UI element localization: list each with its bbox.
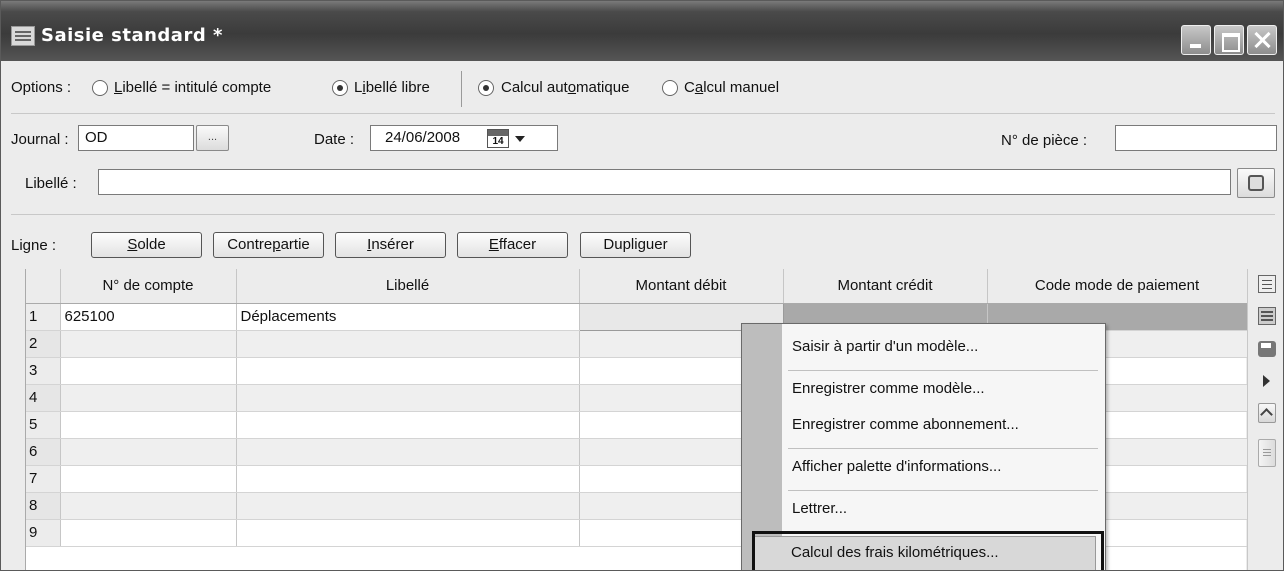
- cell-libelle[interactable]: [236, 357, 580, 385]
- row-number: 3: [26, 357, 61, 385]
- cell-libelle[interactable]: [236, 330, 580, 358]
- cell-libelle[interactable]: [236, 465, 580, 493]
- journal-label: Journal :: [11, 131, 69, 148]
- inserer-button[interactable]: Insérer: [335, 232, 446, 258]
- radio-calcul-automatique-label[interactable]: Calcul automatique: [501, 79, 629, 96]
- calendar-icon[interactable]: 14: [487, 129, 509, 148]
- options-divider: [461, 71, 462, 107]
- col-header-num: [26, 269, 61, 304]
- date-value: 24/06/2008: [385, 129, 461, 146]
- piece-label: N° de pièce :: [1001, 132, 1088, 149]
- play-icon[interactable]: [1263, 375, 1270, 387]
- side-toolbar: [1247, 269, 1283, 570]
- menu-item-enregistrer-modele[interactable]: Enregistrer comme modèle...: [792, 380, 985, 397]
- radio-libelle-libre-label[interactable]: Libellé libre: [354, 79, 430, 96]
- col-header-code-paiement[interactable]: Code mode de paiement: [987, 269, 1248, 304]
- col-header-libelle[interactable]: Libellé: [236, 269, 580, 304]
- date-field[interactable]: 24/06/2008: [370, 125, 558, 151]
- menu-separator: [788, 370, 1098, 371]
- menu-separator: [788, 448, 1098, 449]
- options-separator: [11, 113, 1275, 114]
- cell-compte[interactable]: [60, 384, 237, 412]
- scroll-thumb[interactable]: [1258, 439, 1276, 467]
- cell-libelle[interactable]: [236, 438, 580, 466]
- journal-field[interactable]: OD: [78, 125, 194, 151]
- chevron-down-icon[interactable]: [515, 136, 525, 142]
- libelle-label: Libellé :: [25, 175, 77, 192]
- effacer-button[interactable]: Effacer: [457, 232, 568, 258]
- radio-libelle-libre[interactable]: [332, 80, 348, 96]
- col-header-credit[interactable]: Montant crédit: [783, 269, 988, 304]
- cell-compte[interactable]: [60, 492, 237, 520]
- maximize-button[interactable]: [1214, 25, 1244, 55]
- menu-item-lettrer[interactable]: Lettrer...: [792, 500, 847, 517]
- menu-item-enregistrer-abonnement[interactable]: Enregistrer comme abonnement...: [792, 416, 1019, 433]
- ligne-label: Ligne :: [11, 237, 57, 254]
- calendar-day: 14: [492, 136, 504, 147]
- row-number: 9: [26, 519, 61, 547]
- row-number: 6: [26, 438, 61, 466]
- row-number: 8: [26, 492, 61, 520]
- radio-libelle-intitule-label[interactable]: Libellé = intitulé compte: [114, 79, 271, 96]
- date-label: Date :: [314, 131, 355, 148]
- cell-libelle[interactable]: [236, 492, 580, 520]
- radio-calcul-manuel-label[interactable]: Calcul manuel: [684, 79, 779, 96]
- row-number: 2: [26, 330, 61, 358]
- close-button[interactable]: [1247, 25, 1277, 55]
- cell-compte[interactable]: [60, 465, 237, 493]
- lookup-icon: [1248, 175, 1264, 191]
- cell-libelle[interactable]: [236, 519, 580, 547]
- cell-compte[interactable]: [60, 357, 237, 385]
- title-bar[interactable]: Saisie standard *: [1, 1, 1283, 61]
- journal-browse-button[interactable]: ...: [196, 125, 229, 151]
- row-number: 4: [26, 384, 61, 412]
- col-header-compte[interactable]: N° de compte: [60, 269, 237, 304]
- grid-header-row: N° de compte Libellé Montant débit Monta…: [26, 269, 1248, 304]
- menu-item-saisir-modele[interactable]: Saisir à partir d'un modèle...: [792, 338, 978, 355]
- print-icon[interactable]: [1258, 341, 1276, 357]
- piece-field[interactable]: [1115, 125, 1277, 151]
- sort-icon[interactable]: [1258, 275, 1276, 293]
- cell-compte[interactable]: [60, 438, 237, 466]
- libelle-lookup-button[interactable]: [1237, 168, 1275, 198]
- dupliquer-button[interactable]: Dupliguer: [580, 232, 691, 258]
- header-separator: [11, 214, 1275, 215]
- contrepartie-button[interactable]: Contrepartie: [213, 232, 324, 258]
- menu-separator: [788, 490, 1098, 491]
- col-header-debit[interactable]: Montant débit: [579, 269, 784, 304]
- row-number: 5: [26, 411, 61, 439]
- scroll-up-icon[interactable]: [1258, 403, 1276, 423]
- solde-button[interactable]: Solde: [91, 232, 202, 258]
- row-number: 1: [26, 303, 61, 331]
- cell-libelle[interactable]: [236, 384, 580, 412]
- radio-calcul-manuel[interactable]: [662, 80, 678, 96]
- row-number: 7: [26, 465, 61, 493]
- options-label: Options :: [11, 79, 72, 96]
- radio-libelle-intitule[interactable]: [92, 80, 108, 96]
- cell-libelle[interactable]: Déplacements: [236, 303, 580, 331]
- highlight-callout-box: [752, 531, 1104, 570]
- window-title: Saisie standard *: [41, 25, 223, 46]
- list-icon[interactable]: [1258, 307, 1276, 325]
- saisie-standard-window: Saisie standard * Options : Libellé = in…: [0, 0, 1284, 571]
- radio-calcul-automatique[interactable]: [478, 80, 494, 96]
- libelle-field[interactable]: [98, 169, 1231, 195]
- cell-compte[interactable]: 625100: [60, 303, 237, 331]
- cell-libelle[interactable]: [236, 411, 580, 439]
- app-window-icon[interactable]: [11, 26, 35, 46]
- cell-compte[interactable]: [60, 411, 237, 439]
- minimize-button[interactable]: [1181, 25, 1211, 55]
- cell-compte[interactable]: [60, 330, 237, 358]
- cell-compte[interactable]: [60, 519, 237, 547]
- menu-item-palette-informations[interactable]: Afficher palette d'informations...: [792, 458, 1001, 475]
